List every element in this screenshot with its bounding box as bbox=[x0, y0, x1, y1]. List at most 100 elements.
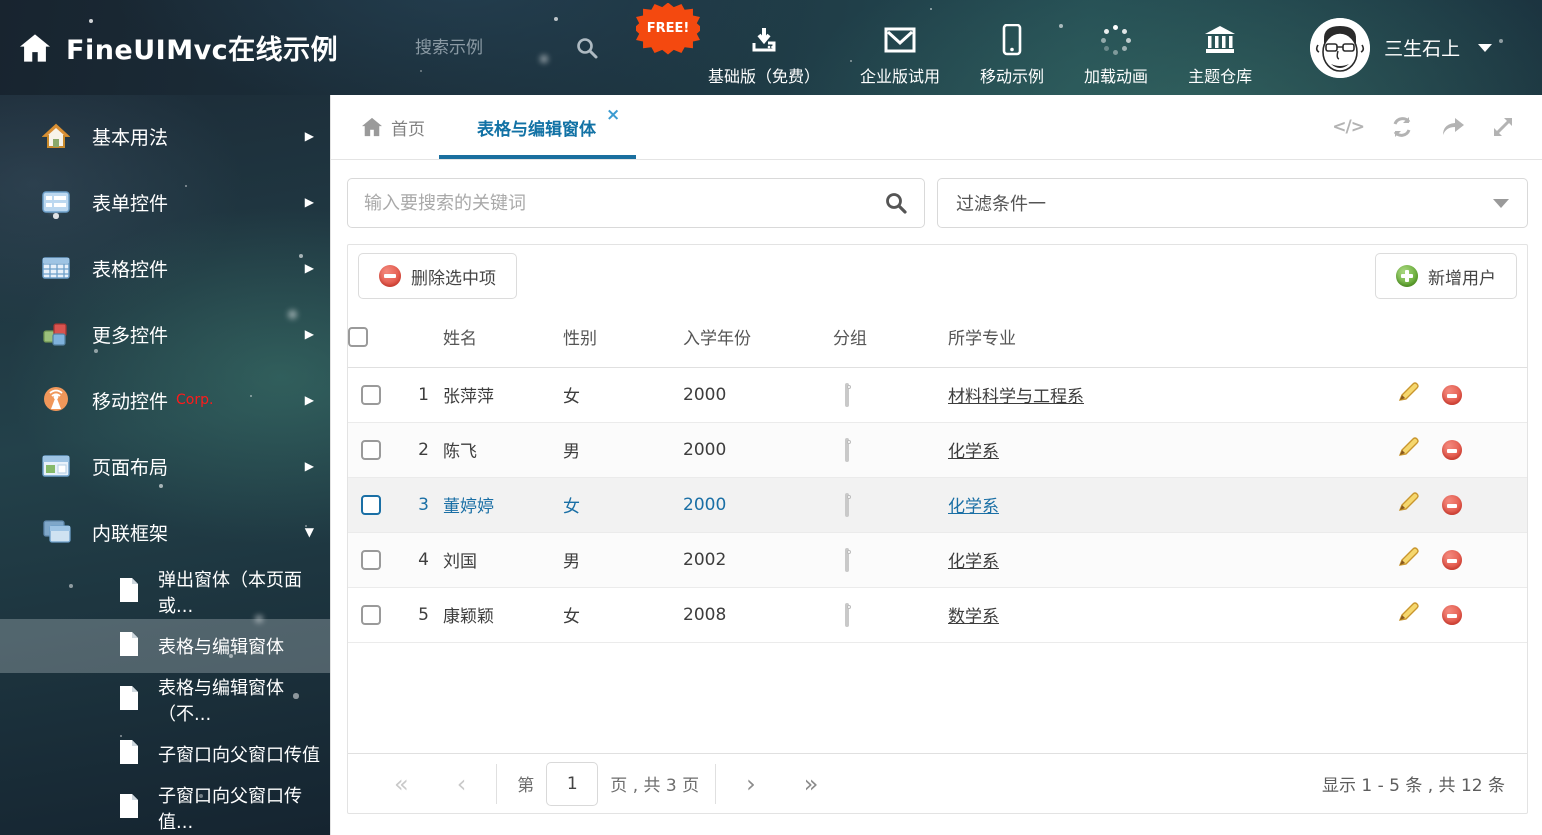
app-window: FineUIMvc在线示例 FREE! 基础版（免费） bbox=[0, 0, 1542, 835]
chevron-right-icon: ▶ bbox=[304, 327, 314, 341]
add-user-button[interactable]: 新增用户 bbox=[1375, 253, 1517, 299]
header-search-input[interactable] bbox=[415, 37, 575, 58]
sidebar-subitem-popup-window[interactable]: 弹出窗体（本页面或... bbox=[0, 565, 330, 619]
home-icon bbox=[362, 117, 382, 137]
keyword-search-box[interactable] bbox=[347, 178, 925, 228]
chevron-right-icon: ▶ bbox=[304, 393, 314, 407]
edit-pencil-icon[interactable] bbox=[1397, 381, 1419, 408]
tab-label: 表格与编辑窗体 bbox=[477, 119, 596, 140]
sidebar-item-mobile-controls[interactable]: 移动控件 Corp. ▶ bbox=[0, 367, 330, 433]
open-new-window-icon[interactable] bbox=[1440, 116, 1466, 138]
chevron-right-icon: ▶ bbox=[304, 129, 314, 143]
edit-pencil-icon[interactable] bbox=[1397, 601, 1419, 628]
chevron-right-icon: ▶ bbox=[304, 459, 314, 473]
delete-selected-button[interactable]: 删除选中项 bbox=[358, 253, 517, 299]
row-checkbox[interactable] bbox=[360, 549, 381, 570]
sidebar-subitem-child-to-parent-alt[interactable]: 子窗口向父窗口传值... bbox=[0, 781, 330, 835]
sidebar-subitem-child-to-parent[interactable]: 子窗口向父窗口传值 bbox=[0, 727, 330, 781]
nav-item-enterprise-trial[interactable]: 企业版试用 bbox=[840, 9, 960, 87]
cell-year: 2000 bbox=[683, 422, 833, 478]
cell-gender: 男 bbox=[563, 422, 683, 478]
delete-row-icon[interactable] bbox=[1442, 494, 1463, 515]
nav-item-basic-free[interactable]: FREE! 基础版（免费） bbox=[636, 2, 840, 87]
sidebar-item-grid-controls[interactable]: 表格控件 ▶ bbox=[0, 235, 330, 301]
cell-gender: 女 bbox=[563, 367, 683, 423]
row-checkbox[interactable] bbox=[360, 604, 381, 625]
magnifier-icon[interactable] bbox=[575, 36, 599, 60]
magnifier-icon[interactable] bbox=[884, 191, 908, 215]
delete-row-icon[interactable] bbox=[1442, 604, 1463, 625]
cell-name: 康颖颖 bbox=[443, 587, 563, 643]
table-icon bbox=[42, 257, 70, 279]
edit-pencil-icon[interactable] bbox=[1397, 546, 1419, 573]
sidebar-item-form-controls[interactable]: 表单控件 ▶ bbox=[0, 169, 330, 235]
record-count-summary: 显示 1 - 5 条 , 共 12 条 bbox=[1321, 776, 1505, 796]
filter-combo[interactable]: 过滤条件一 bbox=[937, 178, 1528, 228]
avatar[interactable] bbox=[1310, 17, 1371, 78]
last-page-button[interactable]: » bbox=[780, 772, 843, 796]
header-search[interactable] bbox=[415, 36, 630, 60]
avatar-face bbox=[1310, 17, 1371, 78]
major-link[interactable]: 材料科学与工程系 bbox=[948, 387, 1084, 407]
sidebar-item-basic-usage[interactable]: 基本用法 ▶ bbox=[0, 103, 330, 169]
view-source-icon[interactable]: </> bbox=[1332, 117, 1365, 137]
sidebar-item-page-layout[interactable]: 页面布局 ▶ bbox=[0, 433, 330, 499]
table-row[interactable]: 1 张萍萍 女 2000 材料科学与工程系 bbox=[348, 367, 1527, 423]
sidebar-subitem-grid-edit-window-alt[interactable]: 表格与编辑窗体（不... bbox=[0, 673, 330, 727]
tab-home[interactable]: 首页 bbox=[331, 95, 451, 159]
first-page-button[interactable]: « bbox=[370, 772, 433, 796]
table-row[interactable]: 2 陈飞 男 2000 化学系 bbox=[348, 422, 1527, 478]
page-number-input[interactable] bbox=[546, 761, 599, 806]
refresh-icon[interactable] bbox=[1390, 115, 1414, 139]
antenna-icon bbox=[44, 387, 68, 411]
spinner-icon bbox=[1101, 24, 1132, 55]
select-all-checkbox[interactable] bbox=[348, 326, 368, 347]
tab-grid-edit-window[interactable]: 表格与编辑窗体 × bbox=[438, 95, 644, 159]
next-page-button[interactable]: › bbox=[722, 772, 780, 796]
major-link[interactable]: 数学系 bbox=[948, 607, 999, 627]
free-badge: FREE! bbox=[636, 2, 700, 55]
table-row[interactable]: 3 董婷婷 女 2000 化学系 bbox=[348, 477, 1527, 533]
sidebar-item-more-controls[interactable]: 更多控件 ▶ bbox=[0, 301, 330, 367]
sidebar-subitem-label: 表格与编辑窗体 bbox=[158, 637, 284, 658]
sidebar-item-label: 页面布局 bbox=[92, 456, 169, 479]
download-icon bbox=[752, 27, 776, 51]
tag-icon bbox=[845, 382, 851, 407]
major-link[interactable]: 化学系 bbox=[948, 552, 999, 572]
column-header-actions bbox=[1397, 307, 1527, 368]
plus-circle-icon bbox=[1396, 265, 1418, 287]
expand-icon[interactable] bbox=[1492, 116, 1514, 138]
logo[interactable]: FineUIMvc在线示例 bbox=[0, 28, 415, 67]
sidebar-subitem-grid-edit-window[interactable]: 表格与编辑窗体 bbox=[0, 619, 330, 673]
sidebar-subitem-label: 表格与编辑窗体（不... bbox=[158, 678, 284, 725]
chevron-right-icon: ▶ bbox=[304, 261, 314, 275]
keyword-search-input[interactable] bbox=[348, 192, 884, 214]
delete-row-icon[interactable] bbox=[1442, 439, 1463, 460]
delete-row-icon[interactable] bbox=[1442, 549, 1463, 570]
row-checkbox[interactable] bbox=[360, 439, 381, 460]
major-link[interactable]: 化学系 bbox=[948, 442, 999, 462]
nav-item-loading-animation[interactable]: 加载动画 bbox=[1064, 9, 1168, 87]
edit-pencil-icon[interactable] bbox=[1397, 436, 1419, 463]
delete-button-label: 删除选中项 bbox=[411, 268, 496, 289]
prev-page-button[interactable]: ‹ bbox=[433, 772, 491, 796]
nav-item-theme-store[interactable]: 主题仓库 bbox=[1168, 9, 1272, 87]
sidebar-item-label: 表单控件 bbox=[92, 192, 169, 215]
edit-pencil-icon[interactable] bbox=[1397, 491, 1419, 518]
row-checkbox[interactable] bbox=[360, 384, 381, 405]
page-prefix-label: 第 bbox=[517, 776, 535, 796]
close-icon[interactable]: × bbox=[606, 106, 620, 124]
table-row[interactable]: 4 刘国 男 2002 化学系 bbox=[348, 532, 1527, 588]
delete-row-icon[interactable] bbox=[1442, 384, 1463, 405]
mobile-phone-icon bbox=[1002, 23, 1022, 55]
table-header-row: 姓名 性别 入学年份 分组 所学专业 bbox=[348, 307, 1527, 368]
grid-empty-area bbox=[348, 643, 1527, 754]
sidebar-item-label: 表格控件 bbox=[92, 258, 169, 281]
table-row[interactable]: 5 康颖颖 女 2008 数学系 bbox=[348, 587, 1527, 643]
sidebar-item-inline-frame[interactable]: 内联框架 ▼ bbox=[0, 499, 330, 565]
nav-item-mobile-demo[interactable]: 移动示例 bbox=[960, 9, 1064, 87]
user-menu[interactable]: 三生石上 bbox=[1310, 17, 1493, 78]
cell-name: 张萍萍 bbox=[443, 367, 563, 423]
major-link[interactable]: 化学系 bbox=[948, 497, 999, 517]
row-checkbox[interactable] bbox=[360, 494, 381, 515]
